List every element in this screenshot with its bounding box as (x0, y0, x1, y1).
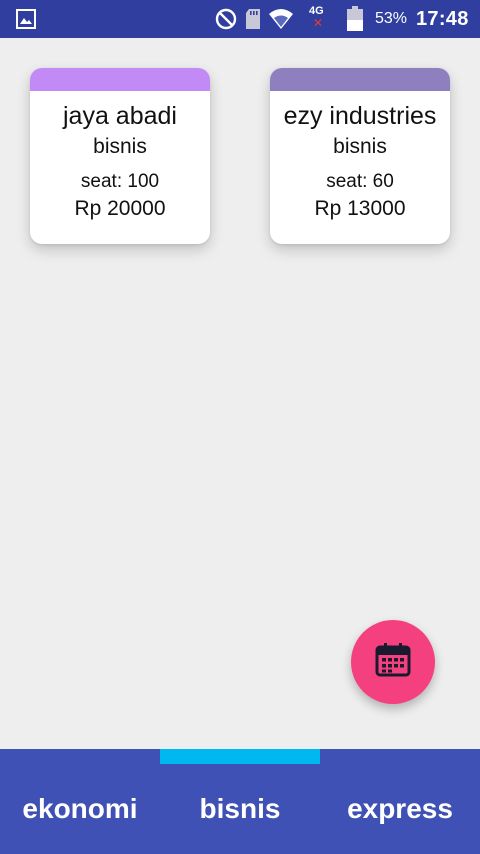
wifi-icon (268, 0, 294, 38)
status-bar: 4G ✕ 53% 17:48 (0, 0, 480, 38)
tab-ekonomi[interactable]: ekonomi (0, 764, 160, 854)
card-seat: seat: 100 (80, 171, 160, 192)
bus-card[interactable]: jaya abadi bisnis seat: 100 Rp 20000 (30, 68, 210, 244)
gallery-icon (16, 0, 36, 38)
card-class: bisnis (333, 135, 387, 158)
calendar-fab-button[interactable] (351, 620, 435, 704)
card-price: Rp 13000 (314, 197, 406, 220)
card-price: Rp 20000 (74, 197, 166, 220)
bus-card[interactable]: ezy industries bisnis seat: 60 Rp 13000 (270, 68, 450, 244)
selected-tab-indicator (160, 749, 320, 764)
battery-icon (346, 0, 364, 38)
bottom-tab-bar: ekonomi bisnis express (0, 749, 480, 854)
tab-bisnis[interactable]: bisnis (160, 764, 320, 854)
card-operator-name: ezy industries (283, 102, 437, 130)
card-header-strip (30, 68, 210, 91)
network-icon: 4G ✕ (306, 0, 332, 38)
tab-label: bisnis (199, 793, 281, 824)
tab-label: ekonomi (22, 793, 138, 824)
clock: 17:48 (416, 7, 469, 30)
battery-percent: 53% (375, 10, 408, 27)
card-header-strip (270, 68, 450, 91)
card-class: bisnis (93, 135, 147, 158)
no-signal-icon: ✕ (313, 16, 324, 30)
sd-card-icon (245, 0, 261, 38)
tab-express[interactable]: express (320, 764, 480, 854)
card-operator-name: jaya abadi (63, 102, 177, 130)
card-seat: seat: 60 (326, 171, 394, 192)
do-not-disturb-icon (214, 0, 238, 38)
calendar-icon (374, 641, 412, 684)
tab-label: express (347, 793, 453, 824)
